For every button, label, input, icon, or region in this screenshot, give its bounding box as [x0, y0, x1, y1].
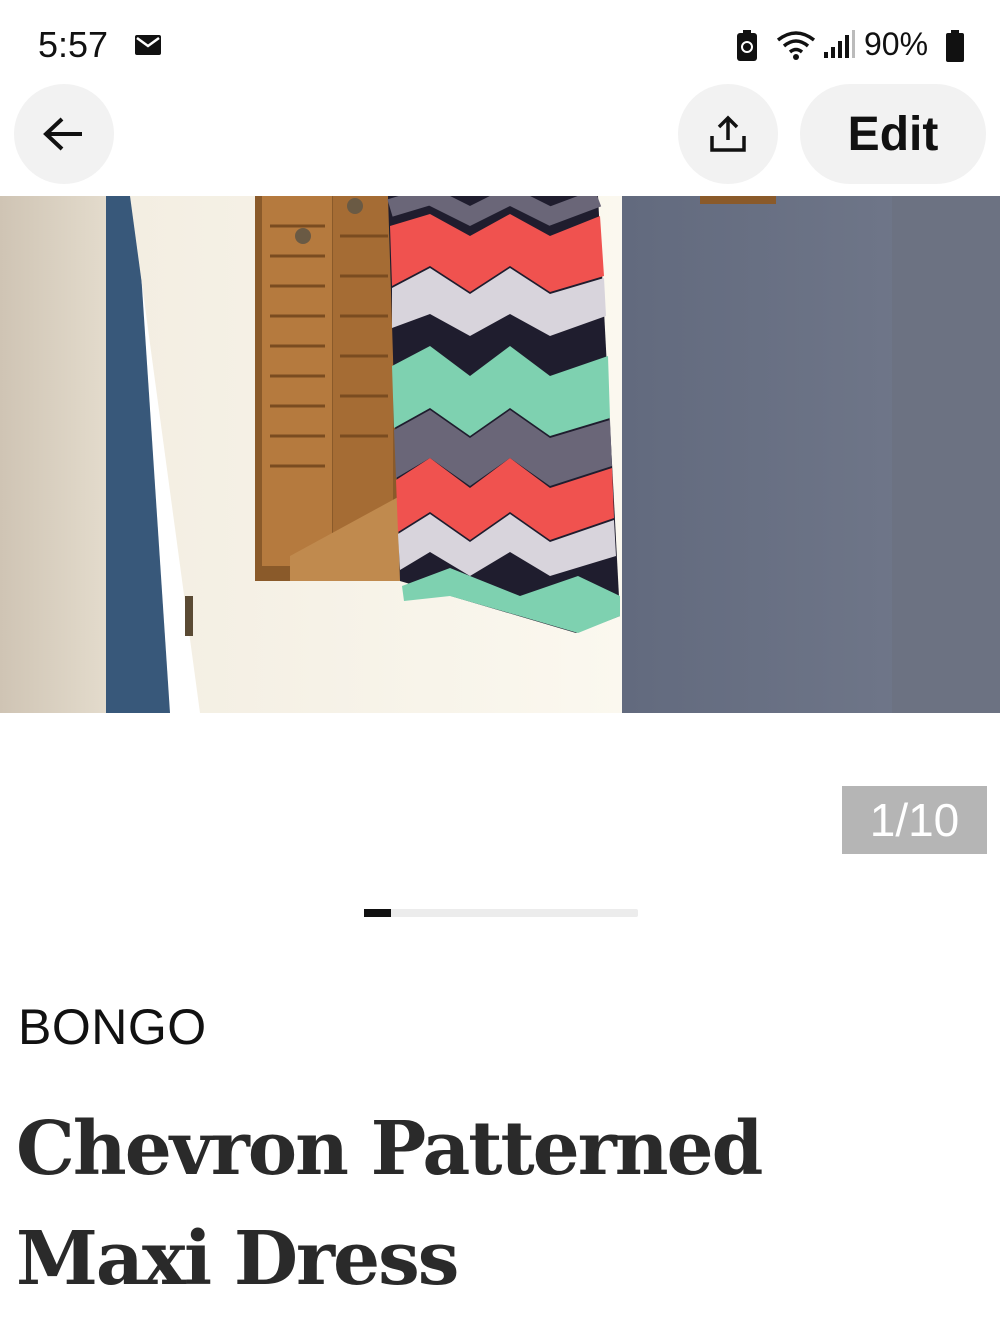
status-time: 5:57 [38, 24, 109, 65]
arrow-left-icon [43, 117, 82, 151]
share-upload-icon [710, 115, 746, 152]
back-button[interactable] [14, 84, 114, 184]
listing-title: Chevron Patterned Maxi Dress [16, 1106, 763, 1302]
image-counter: 1/10 [842, 786, 987, 854]
gallery-scroll-indicator [364, 909, 638, 917]
status-bar: 5:57 90% [0, 0, 1000, 84]
edit-button[interactable]: Edit [800, 84, 986, 184]
signal-icon [824, 30, 855, 58]
gallery-scroll-thumb [364, 909, 392, 917]
wifi-icon [776, 31, 816, 60]
battery-percent: 90% [864, 26, 929, 62]
share-button[interactable] [678, 84, 778, 184]
battery-icon [946, 30, 964, 62]
battery-saver-icon [737, 30, 757, 61]
product-photo[interactable] [0, 196, 1000, 713]
brand-name[interactable]: BONGO [18, 998, 207, 1056]
mail-icon [135, 35, 161, 55]
